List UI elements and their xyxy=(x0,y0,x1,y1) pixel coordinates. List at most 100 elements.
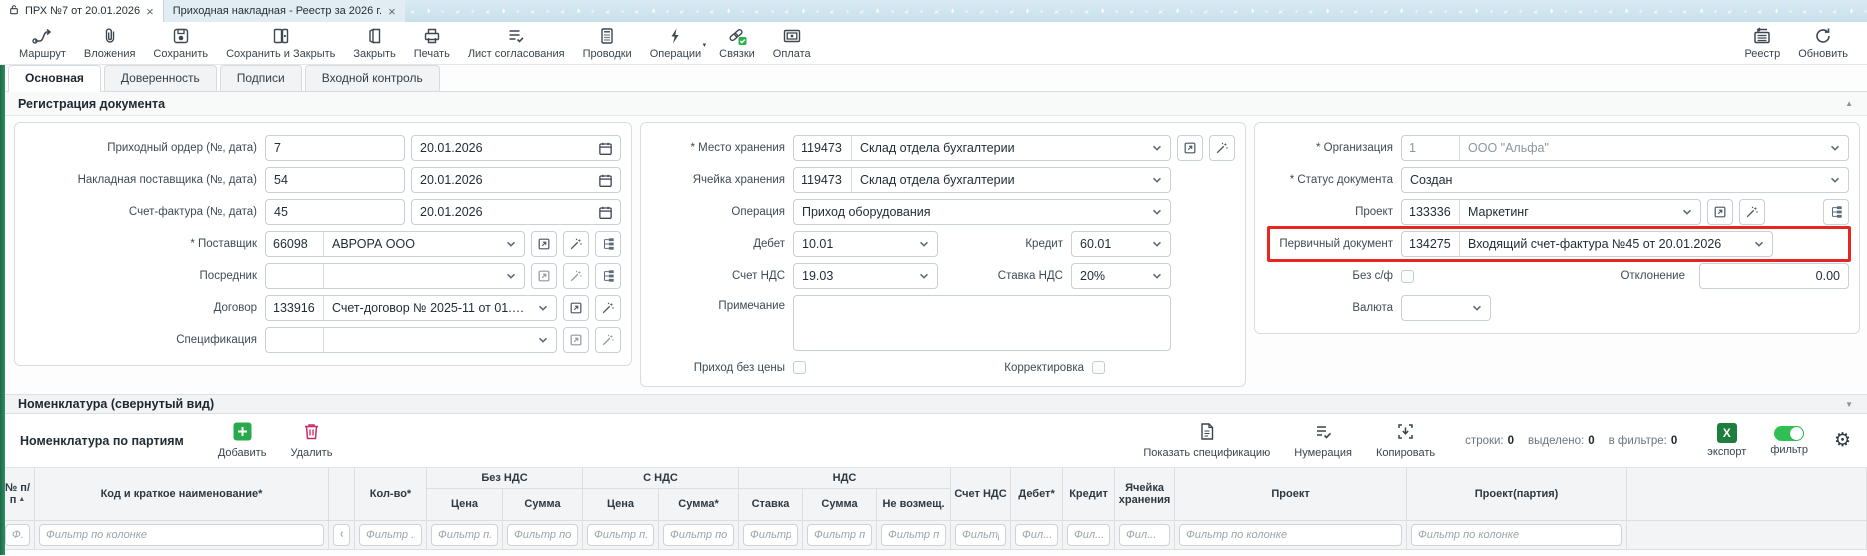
column-header[interactable]: Код и краткое наименование* xyxy=(35,468,329,520)
tab-main[interactable]: Основная xyxy=(8,65,101,92)
export-button[interactable]: X экспорт xyxy=(1695,423,1758,458)
date-input[interactable] xyxy=(412,141,598,155)
close-icon[interactable]: × xyxy=(146,5,154,18)
column-filter-input[interactable] xyxy=(507,524,578,546)
hierarchy-button[interactable] xyxy=(1823,199,1849,225)
numbering-button[interactable]: Нумерация xyxy=(1282,422,1364,459)
toggle-on-icon[interactable] xyxy=(1774,426,1804,441)
credit-combobox[interactable]: 60.01 xyxy=(1071,231,1171,257)
project-combobox[interactable]: 133336 Маркетинг xyxy=(1401,199,1701,225)
column-filter-input[interactable] xyxy=(5,524,30,546)
open-card-button[interactable] xyxy=(1707,199,1733,225)
open-card-button[interactable] xyxy=(1177,135,1203,161)
add-row-button[interactable]: Добавить xyxy=(206,422,279,459)
column-filter-input[interactable] xyxy=(663,524,734,546)
refresh-button[interactable]: Обновить xyxy=(1789,24,1857,62)
column-header[interactable]: Дебет* xyxy=(1011,468,1063,520)
attachments-button[interactable]: Вложения xyxy=(75,24,145,62)
column-header[interactable]: Проект xyxy=(1175,468,1407,520)
copy-button[interactable]: Копировать xyxy=(1364,422,1447,459)
column-header[interactable]: Сумма* xyxy=(659,488,739,520)
gear-icon[interactable]: ⚙ xyxy=(1834,429,1851,452)
open-card-button[interactable] xyxy=(531,231,557,257)
primary-document-combobox[interactable]: 134275 Входящий счет-фактура №45 от 20.0… xyxy=(1401,231,1773,257)
no-price-checkbox[interactable] xyxy=(793,361,806,374)
links-button[interactable]: Связки xyxy=(710,24,764,62)
deviation-input[interactable] xyxy=(1699,263,1849,289)
calendar-icon[interactable] xyxy=(598,141,613,156)
operations-button[interactable]: ▾ Операции xyxy=(641,24,710,62)
column-header[interactable] xyxy=(329,468,355,520)
column-filter-input[interactable] xyxy=(1015,524,1058,546)
wand-button[interactable] xyxy=(563,263,589,289)
wand-button[interactable] xyxy=(563,231,589,257)
column-header[interactable]: № п/п▲ xyxy=(1,468,35,520)
column-filter-input[interactable] xyxy=(39,524,324,546)
wand-button[interactable] xyxy=(1739,199,1765,225)
column-header[interactable]: Ячейка хранения xyxy=(1115,468,1175,520)
column-filter-input[interactable] xyxy=(807,524,872,546)
receipt-order-number-input[interactable] xyxy=(265,135,405,161)
date-input[interactable] xyxy=(412,173,598,187)
document-tab[interactable]: ПРХ №7 от 20.01.2026 × xyxy=(0,0,163,22)
save-close-button[interactable]: Сохранить и Закрыть xyxy=(217,24,344,62)
storage-combobox[interactable]: 119473 Склад отдела бухгалтерии xyxy=(793,135,1171,161)
open-card-button[interactable] xyxy=(563,327,589,353)
route-button[interactable]: Маршрут xyxy=(10,24,75,62)
no-sf-checkbox[interactable] xyxy=(1401,270,1414,283)
collapse-down-icon[interactable]: ▼ xyxy=(1845,400,1853,409)
wand-button[interactable] xyxy=(1209,135,1235,161)
column-header[interactable]: Цена xyxy=(427,488,503,520)
column-filter-input[interactable] xyxy=(1067,524,1110,546)
column-header[interactable]: Кредит xyxy=(1063,468,1115,520)
nomenclature-section-header[interactable]: Номенклатура (свернутый вид) ▼ xyxy=(0,394,1867,414)
column-filter-input[interactable] xyxy=(1119,524,1170,546)
hierarchy-button[interactable] xyxy=(595,263,621,289)
organization-combobox[interactable]: 1 ООО "Альфа" xyxy=(1401,135,1849,161)
currency-combobox[interactable] xyxy=(1401,295,1491,321)
column-header[interactable]: Ставка xyxy=(739,488,803,520)
registration-section-header[interactable]: Регистрация документа ▲ xyxy=(0,92,1867,116)
vat-account-combobox[interactable]: 19.03 xyxy=(793,263,938,289)
column-header[interactable]: Не возмещ. xyxy=(877,488,951,520)
column-header[interactable]: Сумма xyxy=(803,488,877,520)
column-filter-input[interactable] xyxy=(955,524,1006,546)
column-header[interactable]: Счет НДС xyxy=(951,468,1011,520)
column-filter-input[interactable] xyxy=(1179,524,1402,546)
column-header[interactable]: Цена xyxy=(583,488,659,520)
wand-button[interactable] xyxy=(595,327,621,353)
invoice-number-input[interactable] xyxy=(265,199,405,225)
column-header[interactable] xyxy=(1627,468,1867,520)
column-filter-input[interactable] xyxy=(587,524,654,546)
specification-combobox[interactable] xyxy=(265,327,557,353)
intermediary-combobox[interactable] xyxy=(265,263,525,289)
note-textarea[interactable] xyxy=(793,295,1171,351)
vat-rate-combobox[interactable]: 20% xyxy=(1071,263,1171,289)
payment-button[interactable]: Оплата xyxy=(764,24,820,62)
close-icon[interactable]: × xyxy=(388,5,396,18)
filter-toggle[interactable]: фильтр xyxy=(1758,426,1820,456)
operation-combobox[interactable]: Приход оборудования xyxy=(793,199,1171,225)
hierarchy-button[interactable] xyxy=(595,231,621,257)
calendar-icon[interactable] xyxy=(598,173,613,188)
open-card-button[interactable] xyxy=(531,263,557,289)
wand-button[interactable] xyxy=(595,295,621,321)
column-filter-input[interactable] xyxy=(743,524,798,546)
supplier-invoice-number-input[interactable] xyxy=(265,167,405,193)
column-filter-input[interactable] xyxy=(431,524,498,546)
registry-tab[interactable]: Приходная накладная - Реестр за 2026 г. … xyxy=(163,0,405,22)
supplier-combobox[interactable]: 66098 АВРОРА ООО xyxy=(265,231,525,257)
show-specification-button[interactable]: Показать спецификацию xyxy=(1131,422,1282,459)
close-document-button[interactable]: Закрыть xyxy=(344,24,404,62)
invoice-date-field[interactable] xyxy=(411,199,621,225)
print-button[interactable]: Печать xyxy=(405,24,459,62)
column-header[interactable]: Проект(партия) xyxy=(1407,468,1627,520)
column-filter-input[interactable] xyxy=(359,524,422,546)
open-card-button[interactable] xyxy=(563,295,589,321)
column-filter-input[interactable] xyxy=(881,524,946,546)
calendar-icon[interactable] xyxy=(598,205,613,220)
correction-checkbox[interactable] xyxy=(1092,361,1105,374)
storage-cell-combobox[interactable]: 119473 Склад отдела бухгалтерии xyxy=(793,167,1171,193)
cont[interactable]: 133916 Счет-договор № 2025-11 от 01.11.2… xyxy=(265,295,557,321)
column-filter-input[interactable] xyxy=(333,524,350,546)
